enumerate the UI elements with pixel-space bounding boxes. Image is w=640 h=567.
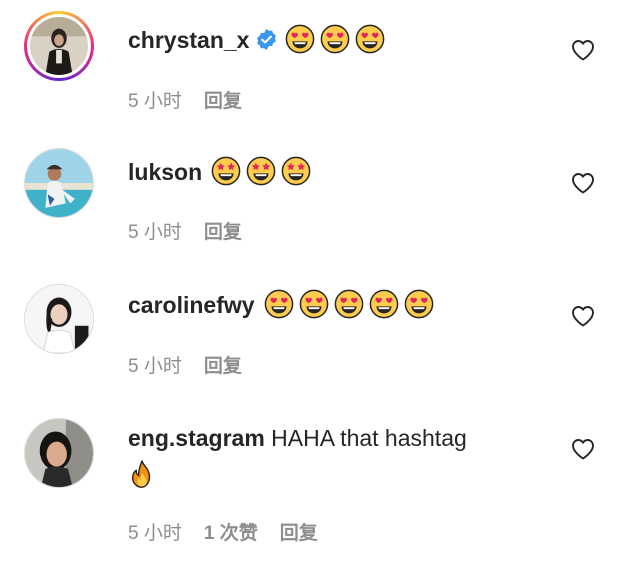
comment-timestamp: 5 小时 [128,222,182,243]
comment-meta: 5 小时 1 次赞 回复 [128,518,340,545]
heart-outline-icon[interactable] [571,172,595,194]
comment-body: lukson [128,156,311,187]
heart-eyes-emoji-icon [404,289,434,319]
comment-meta: 5 小时 回复 [128,86,264,113]
comment-body: eng.stagram HAHA that hashtag [128,423,467,453]
heart-outline-icon[interactable] [571,438,595,460]
comment-timestamp: 5 小时 [128,523,182,544]
verified-badge-icon [255,28,278,51]
heart-eyes-emoji-icon [369,289,399,319]
reply-button[interactable]: 回复 [204,356,242,377]
star-struck-emoji-icon [246,156,276,186]
heart-eyes-emoji-icon [264,289,294,319]
reply-button[interactable]: 回复 [204,91,242,112]
avatar[interactable] [24,418,94,488]
heart-eyes-emoji-icon [285,24,315,54]
star-struck-emoji-icon [211,156,241,186]
avatar-image [25,149,93,217]
avatar[interactable] [24,284,94,354]
reply-button[interactable]: 回复 [280,523,318,544]
avatar[interactable] [24,11,94,81]
comment-username[interactable]: eng.stagram [128,425,265,451]
avatar-image [30,17,88,75]
comment-body: carolinefwy [128,289,434,320]
comment-timestamp: 5 小时 [128,356,182,377]
heart-outline-icon[interactable] [571,305,595,327]
comment-body: chrystan_x [128,24,385,55]
heart-outline-icon[interactable] [571,39,595,61]
comment-username[interactable]: lukson [128,159,202,185]
heart-eyes-emoji-icon [320,24,350,54]
star-struck-emoji-icon [281,156,311,186]
avatar-image [25,285,93,353]
comment-meta: 5 小时 回复 [128,217,264,244]
comment-timestamp: 5 小时 [128,91,182,112]
comment-meta: 5 小时 回复 [128,351,264,378]
avatar-image [25,419,93,487]
likes-count[interactable]: 1 次赞 [204,523,258,544]
heart-eyes-emoji-icon [355,24,385,54]
comment-text: HAHA that hashtag [271,425,467,451]
avatar[interactable] [24,148,94,218]
heart-eyes-emoji-icon [299,289,329,319]
heart-eyes-emoji-icon [334,289,364,319]
reply-button[interactable]: 回复 [204,222,242,243]
fire-emoji-icon [128,460,156,490]
comment-username[interactable]: carolinefwy [128,292,255,318]
comment-username[interactable]: chrystan_x [128,27,249,53]
